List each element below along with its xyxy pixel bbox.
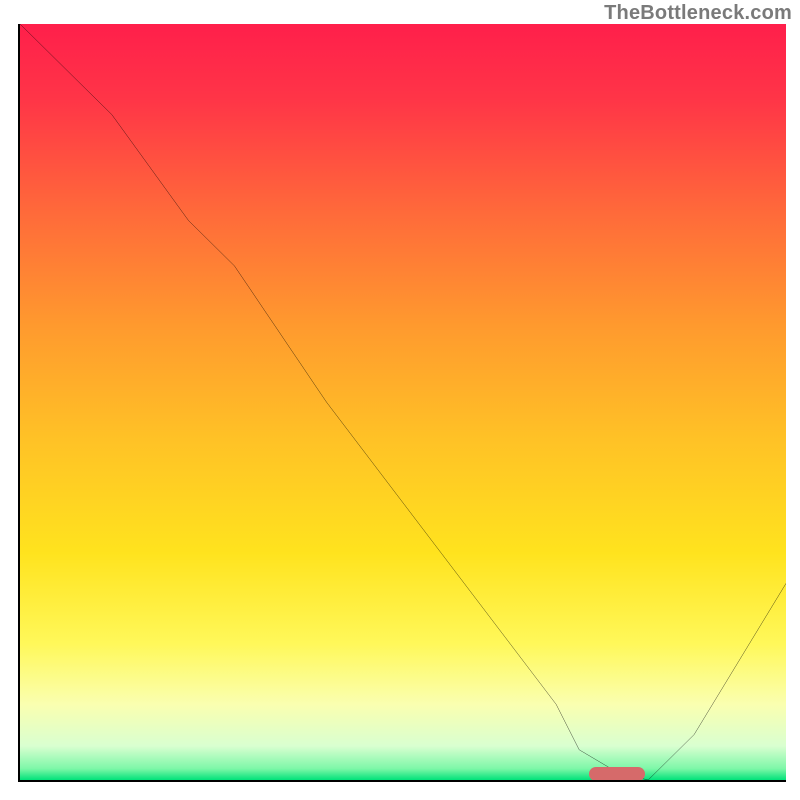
bottleneck-curve	[20, 24, 786, 780]
optimal-marker	[589, 767, 645, 781]
watermark-text: TheBottleneck.com	[604, 2, 792, 25]
chart-stage: TheBottleneck.com	[0, 0, 800, 800]
plot-area	[18, 24, 786, 782]
